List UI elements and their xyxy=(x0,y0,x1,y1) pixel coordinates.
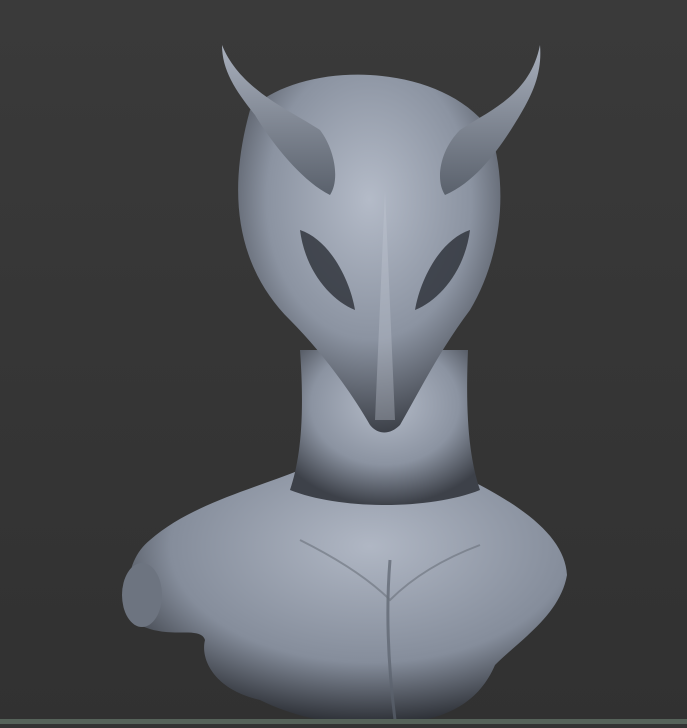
shoulder-stump xyxy=(122,563,162,627)
viewport-bottom-edge xyxy=(0,724,687,728)
torso xyxy=(128,470,567,725)
sculpt-model[interactable] xyxy=(0,0,687,728)
3d-viewport[interactable] xyxy=(0,0,687,728)
